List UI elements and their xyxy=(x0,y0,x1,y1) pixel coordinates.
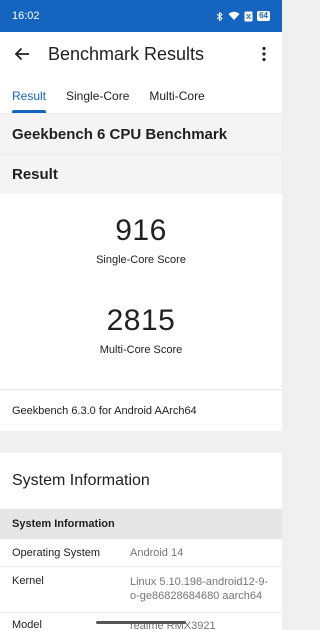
tab-bar: Result Single-Core Multi-Core xyxy=(0,76,282,114)
result-header: Result xyxy=(0,154,282,194)
scores-card: 916 Single-Core Score 2815 Multi-Core Sc… xyxy=(0,194,282,389)
page-title: Benchmark Results xyxy=(48,43,205,64)
tab-single-core[interactable]: Single-Core xyxy=(66,89,129,113)
single-core-score-value: 916 xyxy=(115,214,167,247)
info-value: Android 14 xyxy=(130,546,184,559)
status-icons: 64 xyxy=(216,10,270,22)
system-information-subheader: System Information xyxy=(0,509,282,539)
system-information-title: System Information xyxy=(0,453,282,509)
info-row-kernel: Kernel Linux 5.10.198-android12-9-o-ge86… xyxy=(0,567,282,613)
bluetooth-icon xyxy=(216,10,223,22)
status-time: 16:02 xyxy=(12,10,40,22)
info-key: Kernel xyxy=(12,575,44,587)
app-bar: Benchmark Results xyxy=(0,32,282,76)
more-options-button[interactable] xyxy=(258,44,270,64)
battery-icon: 64 xyxy=(257,11,270,21)
info-key: Operating System xyxy=(12,546,101,559)
multi-core-score: 2815 Multi-Core Score xyxy=(100,304,183,356)
wifi-icon xyxy=(228,11,240,20)
multi-core-score-label: Multi-Core Score xyxy=(99,344,183,356)
multi-core-score-value: 2815 xyxy=(106,304,176,337)
arrow-left-icon xyxy=(14,47,29,61)
home-indicator[interactable] xyxy=(96,621,186,624)
info-row-operating-system: Operating System Android 14 xyxy=(0,539,282,567)
benchmark-title: Geekbench 6 CPU Benchmark xyxy=(0,114,282,154)
section-divider xyxy=(0,431,282,453)
tab-multi-core[interactable]: Multi-Core xyxy=(149,89,204,113)
info-value: Linux 5.10.198-android12-9-o-ge868286846… xyxy=(130,576,269,602)
single-core-score-label: Single-Core Score xyxy=(96,254,186,266)
status-bar: 16:02 64 xyxy=(0,0,282,32)
tab-result[interactable]: Result xyxy=(12,89,47,113)
more-vert-icon xyxy=(262,46,266,62)
single-core-score: 916 Single-Core Score xyxy=(96,214,186,266)
back-button[interactable] xyxy=(12,44,32,64)
version-text: Geekbench 6.3.0 for Android AArch64 xyxy=(0,389,282,431)
sim-icon xyxy=(244,11,253,21)
